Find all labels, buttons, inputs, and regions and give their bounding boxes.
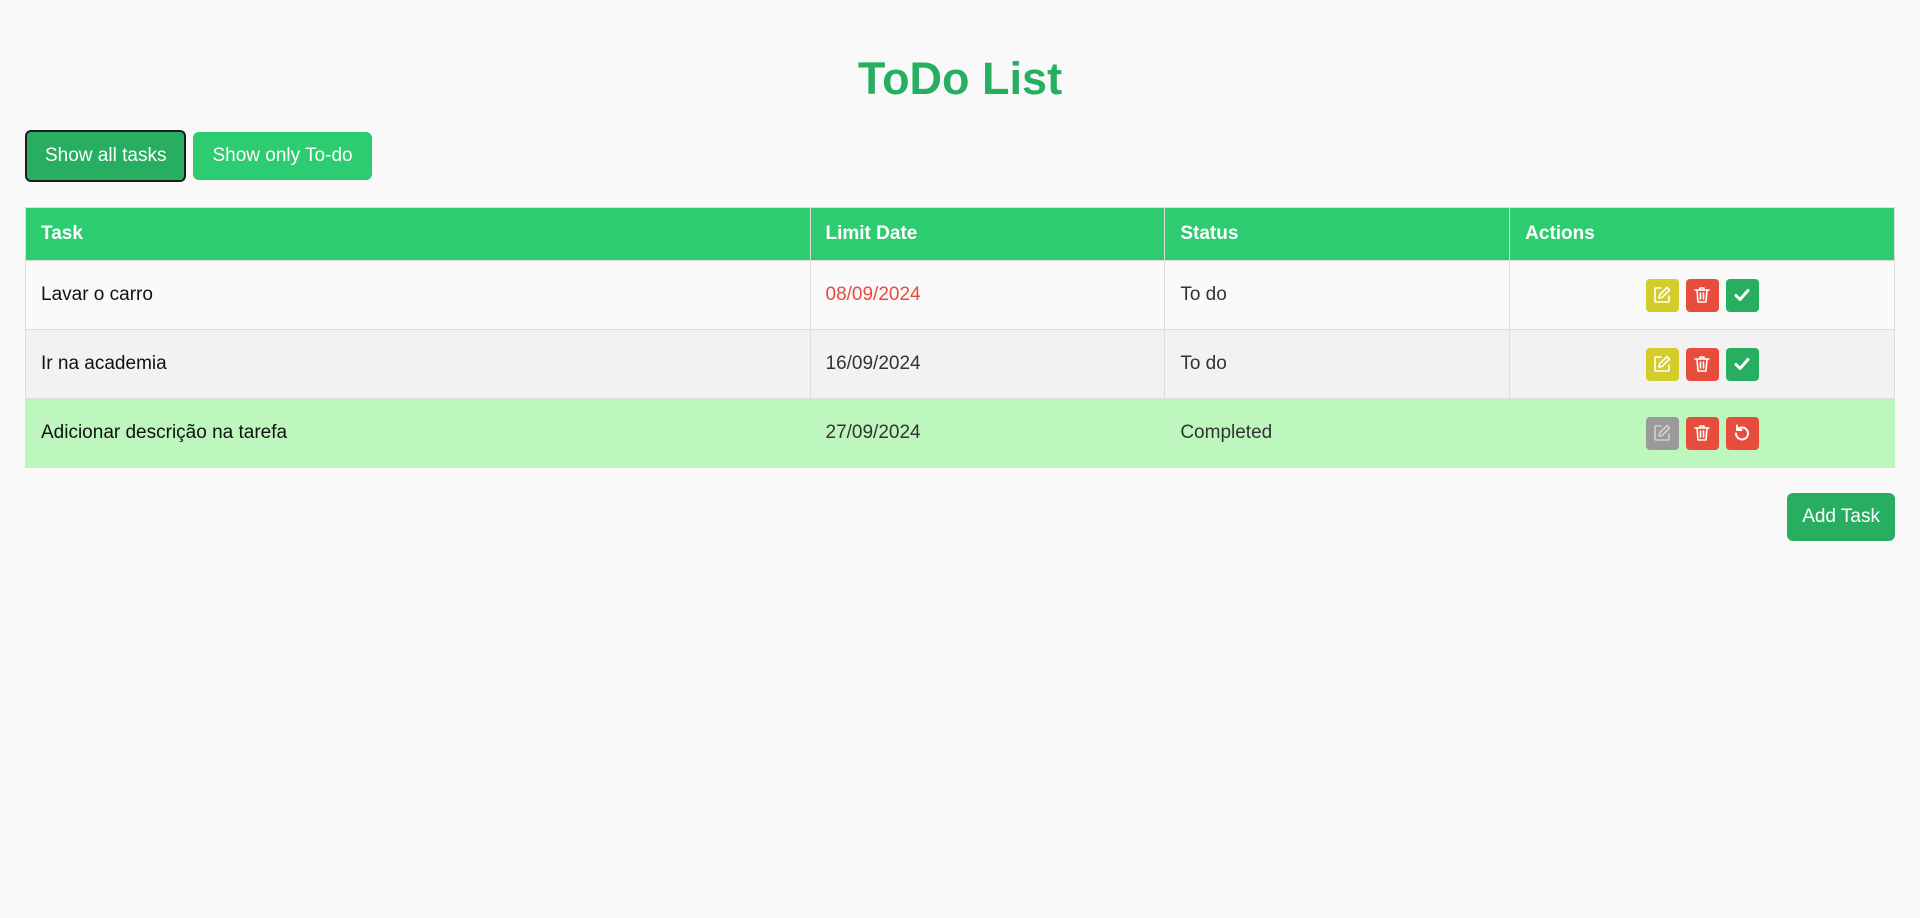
table-row: Ir na academia 16/09/2024 To do [25,329,1895,399]
task-status: To do [1164,329,1511,399]
action-group [1645,347,1759,381]
delete-task-button[interactable] [1685,347,1719,381]
delete-task-button[interactable] [1685,278,1719,312]
header-actions: Actions [1509,207,1895,261]
task-name: Ir na academia [25,329,811,399]
table-row: Lavar o carro 08/09/2024 To do [25,260,1895,330]
pencil-square-icon [1654,355,1671,372]
task-status: Completed [1164,398,1511,468]
complete-task-button[interactable] [1725,278,1759,312]
header-limit-date: Limit Date [809,207,1166,261]
edit-task-button[interactable] [1645,278,1679,312]
trash-icon [1694,425,1710,441]
delete-task-button[interactable] [1685,416,1719,450]
header-task: Task [25,207,811,261]
task-limit-date: 27/09/2024 [809,398,1166,468]
task-status: To do [1164,260,1511,330]
task-actions [1509,329,1895,399]
task-actions [1509,398,1895,468]
check-icon [1734,289,1750,301]
table-header-row: Task Limit Date Status Actions [25,207,1895,261]
add-task-button[interactable]: Add Task [1787,493,1895,541]
edit-task-button-disabled [1645,416,1679,450]
show-only-todo-button[interactable]: Show only To-do [193,132,372,180]
edit-task-button[interactable] [1645,347,1679,381]
complete-task-button[interactable] [1725,347,1759,381]
task-limit-date: 08/09/2024 [809,260,1166,330]
todo-page: ToDo List Show all tasks Show only To-do… [0,0,1920,918]
pencil-square-icon [1654,286,1671,303]
rotate-ccw-icon [1735,424,1750,441]
task-limit-date: 16/09/2024 [809,329,1166,399]
task-name: Adicionar descrição na tarefa [25,398,811,468]
trash-icon [1694,287,1710,303]
table-row: Adicionar descrição na tarefa 27/09/2024… [25,398,1895,468]
show-all-tasks-button[interactable]: Show all tasks [25,130,187,182]
filter-bar: Show all tasks Show only To-do [25,130,1895,182]
action-group [1645,416,1759,450]
task-name: Lavar o carro [25,260,811,330]
tasks-table: Task Limit Date Status Actions Lavar o c… [25,207,1895,468]
action-group [1645,278,1759,312]
task-actions [1509,260,1895,330]
pencil-square-icon [1654,424,1671,441]
trash-icon [1694,356,1710,372]
header-status: Status [1164,207,1511,261]
check-icon [1734,358,1750,370]
undo-complete-button[interactable] [1725,416,1759,450]
page-title: ToDo List [857,53,1063,104]
footer-actions: Add Task [25,493,1895,541]
